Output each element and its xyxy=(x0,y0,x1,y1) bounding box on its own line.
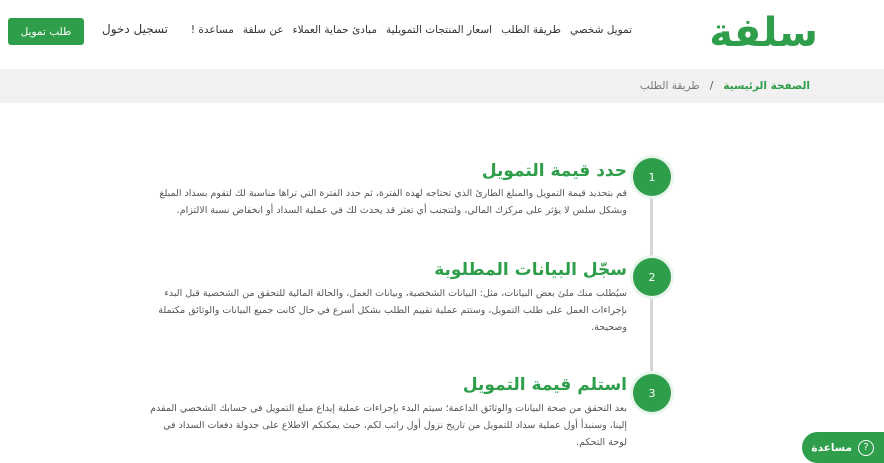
apply-finance-button[interactable]: طلب تمويل xyxy=(8,18,84,45)
help-circle-icon: ? xyxy=(858,439,874,456)
step-title: سجّل البيانات المطلوبة xyxy=(434,260,627,280)
help-chat-button[interactable]: ? مساعدة xyxy=(802,432,884,463)
step-title: استلم قيمة التمويل xyxy=(462,375,627,395)
breadcrumb-current: طريقة الطلب xyxy=(639,80,700,92)
nav-item-help[interactable]: مساعدة ! xyxy=(191,24,234,36)
step-number-badge: 2 xyxy=(633,258,671,296)
nav-item-about[interactable]: عن سلفة xyxy=(243,24,284,36)
breadcrumb: الصفحة الرئيسية / طريقة الطلب xyxy=(640,80,810,92)
nav-item-how-to-apply[interactable]: طريقة الطلب xyxy=(501,24,561,36)
main-nav: تمويل شخصي طريقة الطلب اسعار المنتجات ال… xyxy=(191,24,632,36)
logo[interactable]: سلفة xyxy=(709,6,818,60)
breadcrumb-home[interactable]: الصفحة الرئيسية xyxy=(723,80,810,92)
breadcrumb-separator: / xyxy=(709,80,714,92)
step-title: حدد قيمة التمويل xyxy=(481,161,627,181)
nav-item-product-prices[interactable]: اسعار المنتجات التمويلية xyxy=(386,24,492,36)
breadcrumb-bar: الصفحة الرئيسية / طريقة الطلب xyxy=(0,69,884,103)
help-button-label: مساعدة xyxy=(811,441,852,454)
site-header: سلفة تمويل شخصي طريقة الطلب اسعار المنتج… xyxy=(0,0,884,68)
step-description: سيُطلب منك ملئ بعض البيانات، مثل: البيان… xyxy=(158,288,627,333)
nav-item-customer-protection[interactable]: مبادئ حماية العملاء xyxy=(293,24,377,36)
step-description: قم بتحديد قيمة التمويل والمبلغ الطارئ ال… xyxy=(159,188,627,216)
login-link[interactable]: تسجيل دخول xyxy=(102,22,168,36)
step-number-badge: 3 xyxy=(633,374,671,412)
step-description: بعد التحقق من صحة البيانات والوثائق الدا… xyxy=(150,403,627,448)
nav-item-personal-finance[interactable]: تمويل شخصي xyxy=(570,24,632,36)
step-number-badge: 1 xyxy=(633,158,671,196)
